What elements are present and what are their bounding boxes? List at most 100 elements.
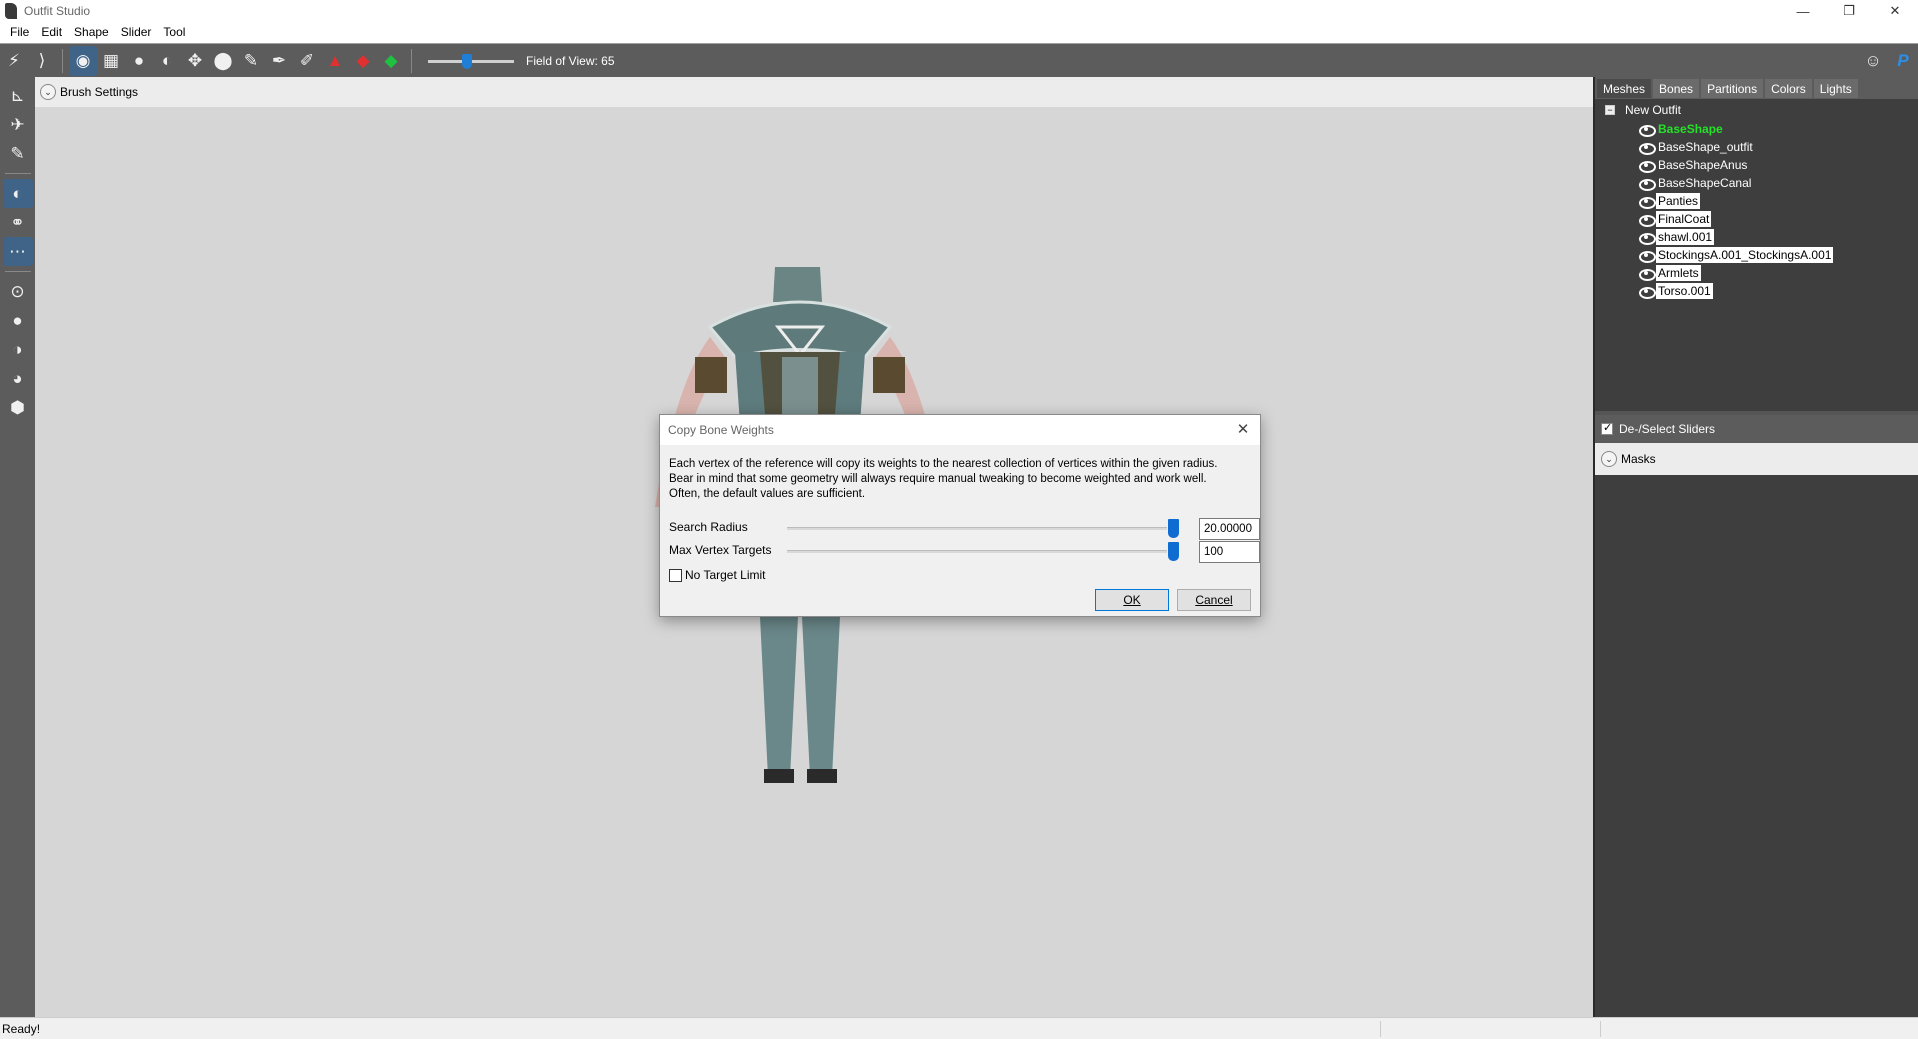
- chevron-down-icon[interactable]: ⌄: [40, 84, 56, 100]
- tab-colors[interactable]: Colors: [1765, 79, 1812, 98]
- masks-label: Masks: [1621, 452, 1656, 466]
- tab-meshes[interactable]: Meshes: [1597, 79, 1652, 98]
- load-project-icon[interactable]: ⟩: [28, 46, 56, 76]
- texture-icon[interactable]: ◑: [3, 335, 33, 364]
- window-title: Outfit Studio: [24, 4, 91, 18]
- menu-tool[interactable]: Tool: [157, 25, 191, 39]
- move-brush-icon[interactable]: ✥: [181, 46, 209, 76]
- tab-lights[interactable]: Lights: [1813, 79, 1858, 98]
- brush-settings-header[interactable]: ⌄ Brush Settings: [35, 77, 1593, 107]
- slider-list-area[interactable]: [1595, 475, 1918, 1017]
- visibility-eye-icon[interactable]: [1638, 268, 1656, 281]
- mesh-item[interactable]: Armlets: [1638, 264, 1833, 282]
- search-radius-slider-track[interactable]: [787, 527, 1167, 530]
- mesh-item[interactable]: shawl.001: [1638, 228, 1833, 246]
- visibility-eye-icon[interactable]: [1638, 178, 1656, 191]
- mesh-item[interactable]: FinalCoat: [1638, 210, 1833, 228]
- search-radius-row: Search Radius: [669, 518, 1260, 540]
- wireframe-icon[interactable]: ⋯: [2, 237, 33, 266]
- flip-edge-icon[interactable]: ◆: [377, 46, 405, 76]
- smooth-brush-icon[interactable]: ⬤: [209, 46, 237, 76]
- brush-settings-label: Brush Settings: [60, 85, 139, 99]
- mask-brush-icon[interactable]: ▦: [97, 46, 125, 76]
- visibility-eye-icon[interactable]: [1638, 214, 1656, 227]
- visibility-eye-icon[interactable]: [1638, 250, 1656, 263]
- mesh-name: BaseShape: [1658, 122, 1723, 136]
- select-sliders-checkbox[interactable]: [1601, 421, 1613, 435]
- visibility-eye-icon[interactable]: [1638, 142, 1656, 155]
- mesh-item[interactable]: Panties: [1638, 192, 1833, 210]
- mesh-item[interactable]: StockingsA.001_StockingsA.001: [1638, 246, 1834, 264]
- color-brush-icon[interactable]: ✐: [293, 46, 321, 76]
- toolbar-divider: [62, 48, 63, 73]
- collapse-vertex-icon[interactable]: ◆: [349, 46, 377, 76]
- mesh-item[interactable]: BaseShape_outfit: [1638, 138, 1833, 156]
- search-radius-slider-thumb[interactable]: [1168, 519, 1179, 538]
- undiff-brush-icon[interactable]: ✎: [237, 46, 265, 76]
- minimize-button[interactable]: —: [1780, 0, 1826, 22]
- window-controls: — ❐ ✕: [1780, 0, 1918, 22]
- discord-icon[interactable]: ☺: [1858, 46, 1888, 76]
- masks-header[interactable]: ⌄ Masks: [1595, 443, 1918, 475]
- max-vertex-targets-row: Max Vertex Targets: [669, 541, 1260, 563]
- alpha-brush-icon[interactable]: ▲: [321, 46, 349, 76]
- cancel-button[interactable]: Cancel: [1177, 589, 1251, 611]
- segment-mode-icon[interactable]: ⚭: [3, 208, 33, 237]
- inflate-brush-icon[interactable]: ●: [125, 46, 153, 76]
- no-target-limit-checkbox[interactable]: [669, 568, 682, 582]
- restore-button[interactable]: ❐: [1826, 0, 1872, 22]
- lighting-icon[interactable]: ●: [3, 306, 33, 335]
- close-icon[interactable]: ✕: [1234, 420, 1252, 438]
- menu-bar: File Edit Shape Slider Tool: [0, 22, 1918, 42]
- transform-icon[interactable]: ⊾: [3, 81, 33, 110]
- max-vertex-targets-slider-thumb[interactable]: [1168, 542, 1179, 561]
- app-icon: [5, 3, 17, 19]
- deflate-brush-icon[interactable]: ◐: [153, 46, 181, 76]
- chevron-down-icon[interactable]: ⌄: [1601, 451, 1617, 467]
- menu-file[interactable]: File: [4, 25, 35, 39]
- mask-view-icon[interactable]: ◕: [3, 364, 33, 393]
- pivot-icon[interactable]: ✈: [3, 110, 33, 139]
- no-target-limit-option[interactable]: No Target Limit: [669, 568, 765, 582]
- new-project-icon[interactable]: ⚡: [0, 46, 28, 76]
- vertex-select-icon[interactable]: ✎: [3, 139, 33, 168]
- edge-mode-icon[interactable]: ◐: [2, 179, 33, 208]
- weight-brush-icon[interactable]: ✒: [265, 46, 293, 76]
- mesh-item[interactable]: BaseShapeCanal: [1638, 174, 1833, 192]
- vertex-color-icon[interactable]: ⊙: [3, 277, 33, 306]
- menu-shape[interactable]: Shape: [68, 25, 115, 39]
- copy-bone-weights-dialog: Copy Bone Weights ✕ Each vertex of the r…: [659, 414, 1261, 617]
- mesh-name: shawl.001: [1656, 229, 1715, 245]
- field-of-view-slider[interactable]: [428, 46, 514, 76]
- menu-slider[interactable]: Slider: [115, 25, 158, 39]
- toolbar-divider: [411, 48, 412, 73]
- mesh-item[interactable]: Torso.001: [1638, 282, 1833, 300]
- visibility-eye-icon[interactable]: [1638, 196, 1656, 209]
- mesh-name: BaseShape_outfit: [1658, 140, 1753, 154]
- status-divider: [1380, 1021, 1381, 1037]
- mesh-item[interactable]: BaseShape: [1638, 120, 1833, 138]
- select-brush-icon[interactable]: ◉: [69, 45, 97, 76]
- max-vertex-targets-slider-track[interactable]: [787, 550, 1167, 553]
- search-radius-input[interactable]: [1199, 518, 1260, 540]
- menu-edit[interactable]: Edit: [35, 25, 68, 39]
- tree-root-label: New Outfit: [1625, 103, 1682, 117]
- tab-partitions[interactable]: Partitions: [1701, 79, 1764, 98]
- visibility-eye-icon[interactable]: [1638, 124, 1656, 137]
- close-button[interactable]: ✕: [1872, 0, 1918, 22]
- mesh-tree[interactable]: − New Outfit BaseShape BaseShape_outfit …: [1595, 99, 1918, 411]
- tree-root[interactable]: − New Outfit: [1605, 103, 1681, 117]
- left-toolbar-divider: [4, 173, 31, 174]
- visibility-eye-icon[interactable]: [1638, 286, 1656, 299]
- mesh-item[interactable]: BaseShapeAnus: [1638, 156, 1833, 174]
- status-divider: [1600, 1021, 1601, 1037]
- collapse-icon[interactable]: −: [1605, 105, 1615, 115]
- slider-thumb[interactable]: [462, 53, 472, 69]
- visibility-eye-icon[interactable]: [1638, 232, 1656, 245]
- max-vertex-targets-input[interactable]: [1199, 541, 1260, 563]
- visibility-eye-icon[interactable]: [1638, 160, 1656, 173]
- tab-bones[interactable]: Bones: [1653, 79, 1700, 98]
- ok-button[interactable]: OK: [1095, 589, 1169, 611]
- cube-icon[interactable]: ⬢: [3, 393, 33, 422]
- paypal-icon[interactable]: P: [1888, 46, 1918, 76]
